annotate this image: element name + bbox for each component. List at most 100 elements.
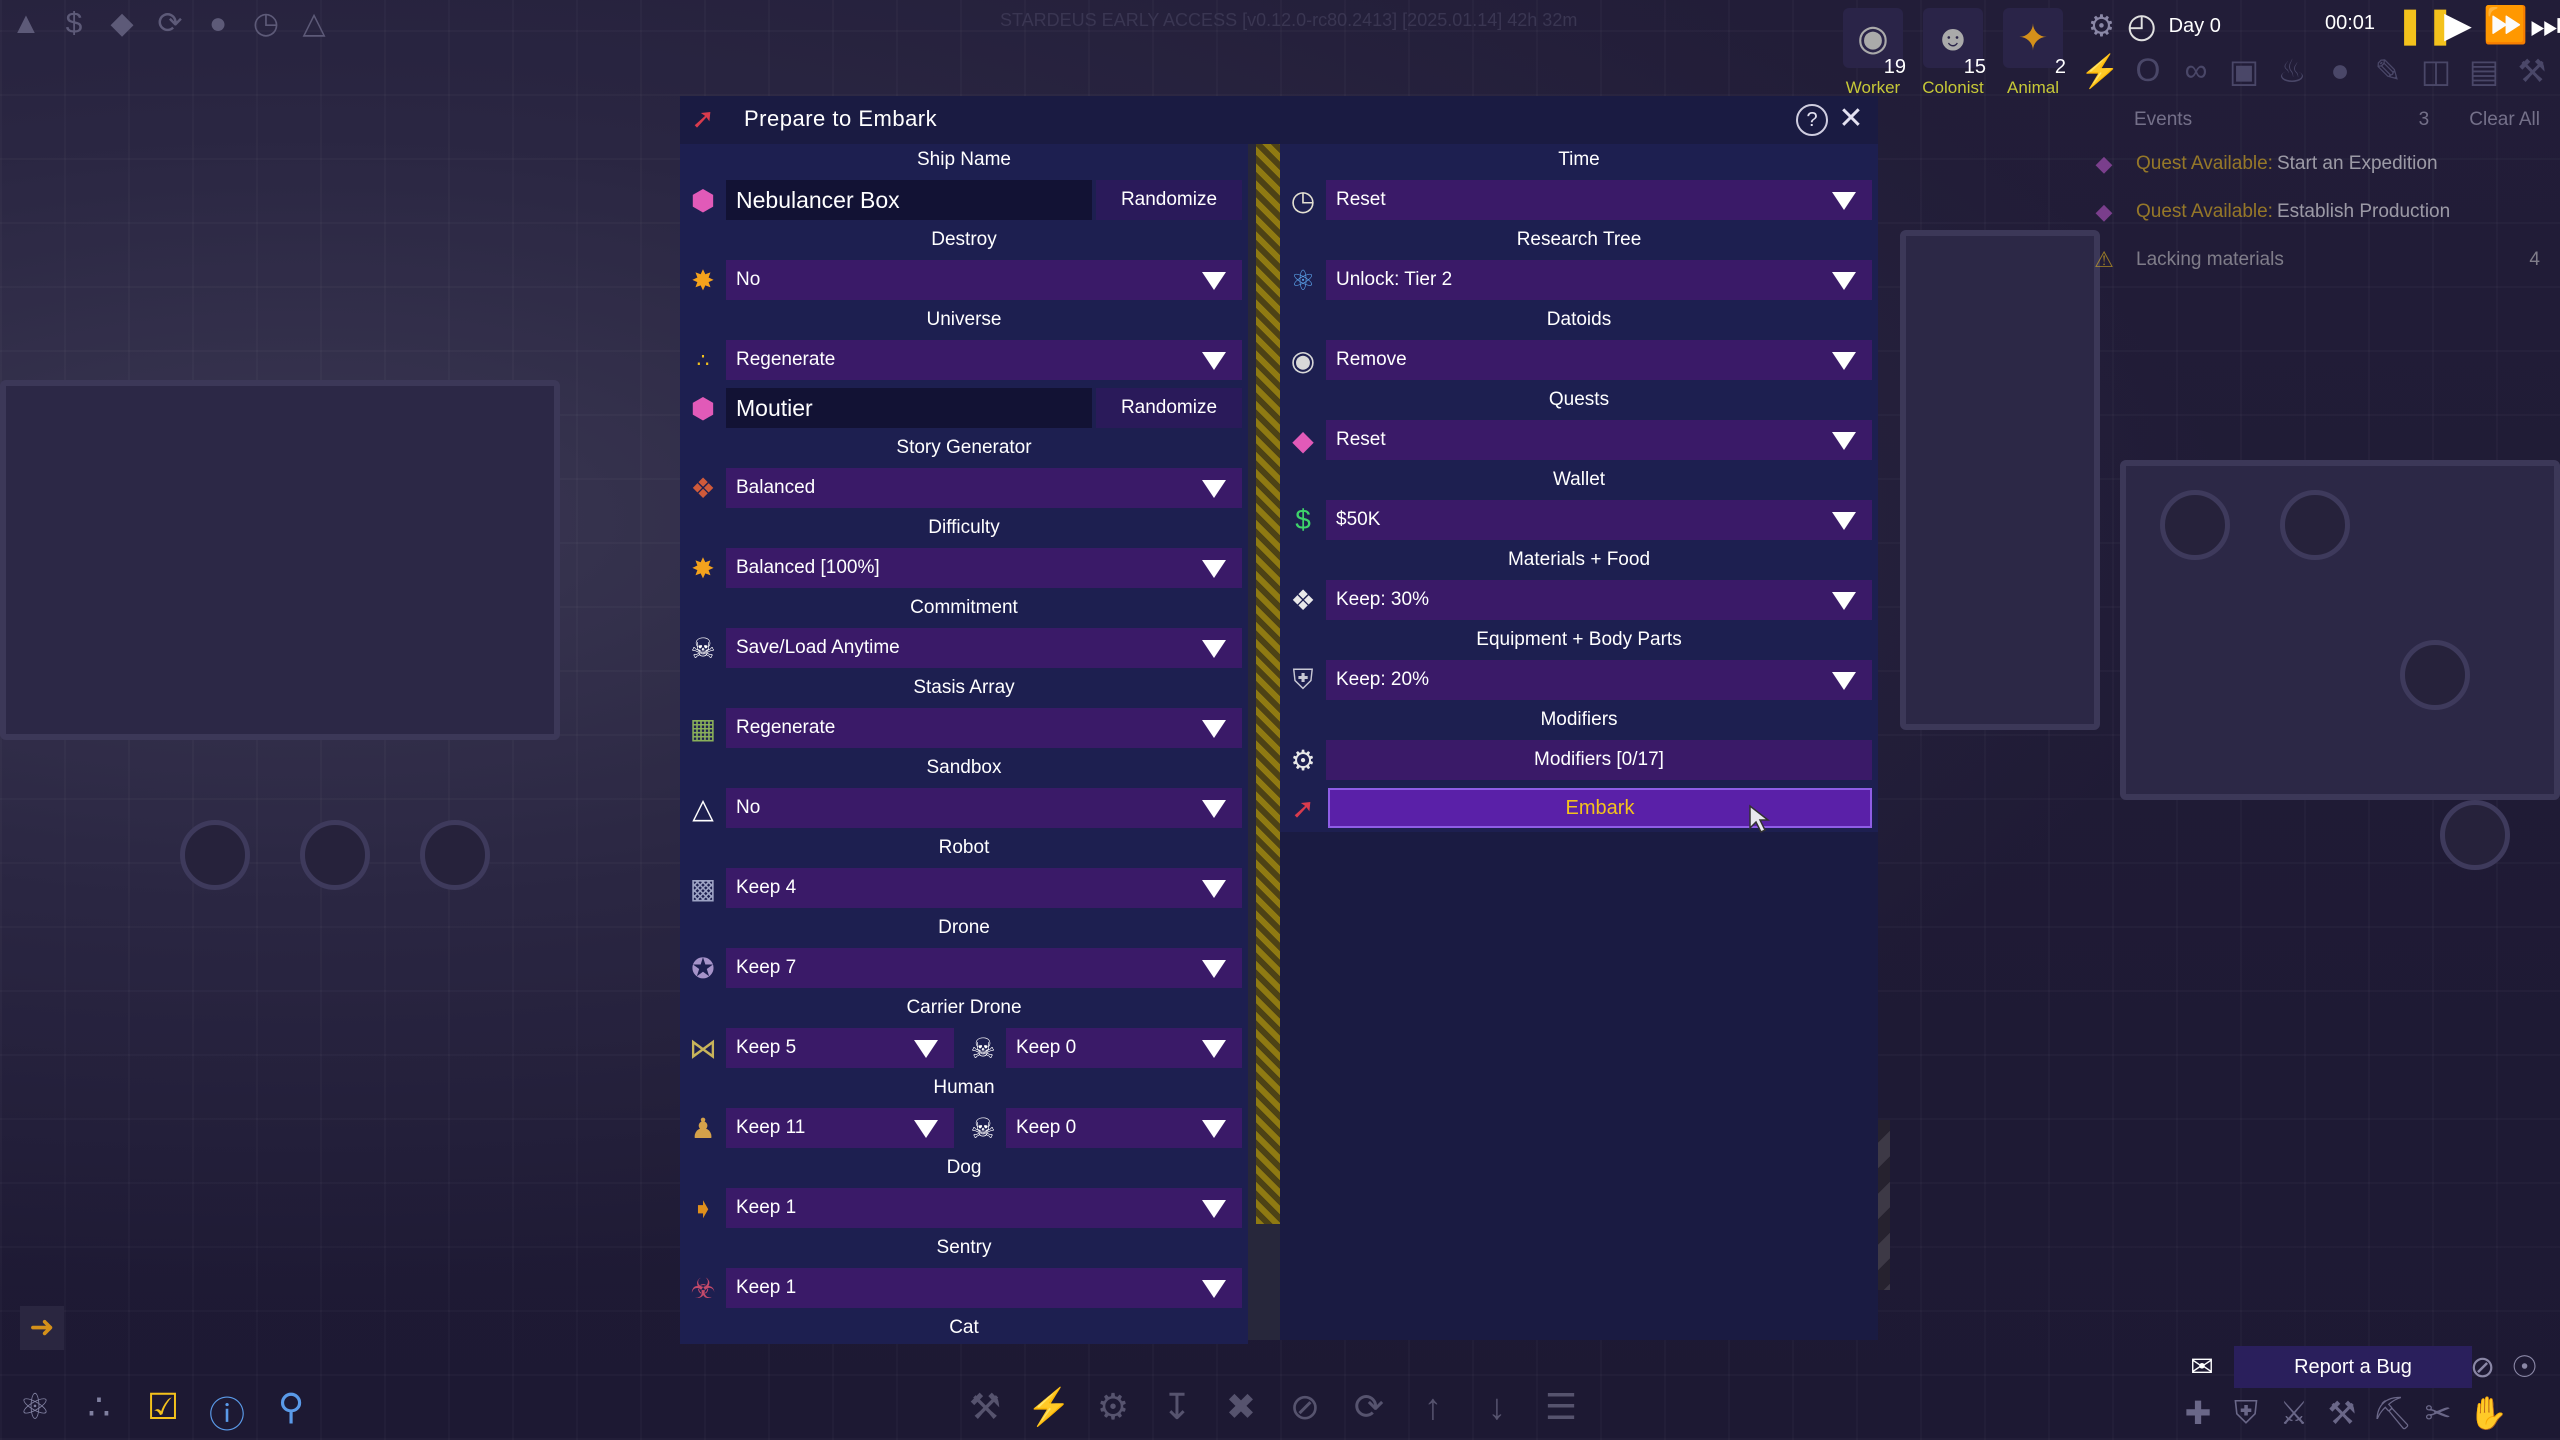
schedule-icon[interactable]: ◷	[246, 4, 286, 44]
overlay-toolbar: ⚡ O ∞ ▣ ♨ ● ✎ ◫ ▤ ⚒	[2080, 52, 2552, 90]
population-colonist[interactable]: ☻ 15 Colonist	[1916, 8, 1990, 102]
ship-name-input[interactable]: Nebulancer Box	[726, 180, 1092, 220]
list-icon[interactable]: ☰	[1536, 1386, 1586, 1428]
universe-randomize-button[interactable]: Randomize	[1096, 388, 1242, 428]
time-select[interactable]: Reset	[1326, 180, 1872, 220]
commitment-select[interactable]: Save/Load Anytime	[726, 628, 1242, 668]
dropdown-arrow-icon	[1832, 512, 1856, 530]
population-worker[interactable]: ◉ 19 Worker	[1836, 8, 1910, 102]
clear-all-button[interactable]: Clear All	[2469, 109, 2540, 131]
help-icon[interactable]: ?	[1796, 104, 1828, 136]
hammer-icon[interactable]: ⚒	[960, 1386, 1010, 1428]
column-scrollbar[interactable]	[1248, 144, 1280, 1340]
carrier-drone-select[interactable]: Keep 5	[726, 1028, 954, 1068]
settings-gear-icon[interactable]: ⚙	[2088, 9, 2115, 44]
event-item[interactable]: ⚠ Lacking materials 4	[2082, 236, 2552, 284]
datoids-select[interactable]: Remove	[1326, 340, 1872, 380]
dropdown-arrow-icon	[1832, 192, 1856, 210]
destroy-select[interactable]: No	[726, 260, 1242, 300]
ship-name-randomize-button[interactable]: Randomize	[1096, 180, 1242, 220]
area-overlay-icon[interactable]: ▤	[2464, 52, 2504, 90]
report-bug-button[interactable]: Report a Bug	[2234, 1346, 2472, 1388]
hand-icon[interactable]: ✋	[2468, 1394, 2508, 1432]
forbid-icon[interactable]: ⊘	[1280, 1386, 1330, 1428]
shield-icon[interactable]: ⛨	[2228, 1394, 2264, 1432]
dropdown-arrow-icon	[1202, 1040, 1226, 1058]
quests-select[interactable]: Reset	[1326, 420, 1872, 460]
wrench-icon[interactable]: ⚙	[1088, 1386, 1138, 1428]
oxygen-overlay-icon[interactable]: O	[2128, 52, 2168, 90]
priority-up-icon[interactable]: ↑	[1408, 1386, 1458, 1428]
rotate-icon[interactable]: ⟳	[1344, 1386, 1394, 1428]
forbid-icon[interactable]: ⊘	[2470, 1350, 2495, 1385]
equipment-select[interactable]: Keep: 20%	[1326, 660, 1872, 700]
mine-icon[interactable]: ⛏	[2372, 1394, 2413, 1432]
human-dead-select[interactable]: Keep 0	[1006, 1108, 1242, 1148]
human-select[interactable]: Keep 11	[726, 1108, 954, 1148]
star-map-icon[interactable]: ∴	[74, 1386, 124, 1438]
event-item[interactable]: ◆ Quest Available: Start an Expedition	[2082, 140, 2552, 188]
drone-select[interactable]: Keep 7	[726, 948, 1242, 988]
people-icon[interactable]: ●	[198, 4, 238, 44]
power-icon[interactable]: ⚡	[1024, 1386, 1074, 1428]
robot-select[interactable]: Keep 4	[726, 868, 1242, 908]
paint-overlay-icon[interactable]: ✎	[2368, 52, 2408, 90]
power-overlay-icon[interactable]: ⚡	[2080, 52, 2120, 90]
difficulty-select[interactable]: Balanced [100%]	[726, 548, 1242, 588]
install-icon[interactable]: ↧	[1152, 1386, 1202, 1428]
sentry-select[interactable]: Keep 1	[726, 1268, 1242, 1308]
research-icon[interactable]: ⟳	[150, 4, 190, 44]
play-icon[interactable]: ▶	[2439, 4, 2477, 47]
priority-down-icon[interactable]: ↓	[1472, 1386, 1522, 1428]
dog-select[interactable]: Keep 1	[726, 1188, 1242, 1228]
cancel-icon[interactable]: ✖	[1216, 1386, 1266, 1428]
embark-button[interactable]: Embark	[1328, 788, 1872, 828]
temperature-overlay-icon[interactable]: ∞	[2176, 52, 2216, 90]
datoids-label: Datoids	[1280, 304, 1878, 336]
exit-icon[interactable]: ➜	[20, 1306, 64, 1350]
research-tree-select[interactable]: Unlock: Tier 2	[1326, 260, 1872, 300]
left-options-column: Ship Name ⬢ Nebulancer Box Randomize Des…	[680, 144, 1248, 1344]
alert-icon[interactable]: △	[294, 4, 334, 44]
universe-select[interactable]: Regenerate	[726, 340, 1242, 380]
add-icon[interactable]: ✚	[2180, 1394, 2216, 1432]
finance-icon[interactable]: $	[54, 4, 94, 44]
light-overlay-icon[interactable]: ●	[2320, 52, 2360, 90]
heat-overlay-icon[interactable]: ♨	[2272, 52, 2312, 90]
wallet-select[interactable]: $50K	[1326, 500, 1872, 540]
research-flask-icon[interactable]: ⚛	[10, 1386, 60, 1438]
dollar-icon: $	[1295, 504, 1311, 535]
cut-icon[interactable]: ✂	[2420, 1394, 2456, 1432]
carrier-drone-dead-select[interactable]: Keep 0	[1006, 1028, 1242, 1068]
gas-overlay-icon[interactable]: ▣	[2224, 52, 2264, 90]
chat-icon[interactable]: ✉	[2180, 1347, 2224, 1387]
fast-forward-icon[interactable]: ⏩	[2483, 4, 2528, 47]
story-generator-value: Balanced	[736, 477, 816, 498]
search-icon[interactable]: ⚲	[266, 1386, 316, 1438]
materials-food-select[interactable]: Keep: 30%	[1326, 580, 1872, 620]
scrollbar-thumb[interactable]	[1256, 144, 1280, 1224]
universe-name-input[interactable]: Moutier	[726, 388, 1092, 428]
info-icon[interactable]: ⓘ	[202, 1386, 252, 1438]
modifiers-button[interactable]: Modifiers [0/17]	[1326, 740, 1872, 780]
quest-icon[interactable]: ◆	[102, 4, 142, 44]
dropdown-arrow-icon	[914, 1040, 938, 1058]
stasis-array-select[interactable]: Regenerate	[726, 708, 1242, 748]
sandbox-select[interactable]: No	[726, 788, 1242, 828]
event-item[interactable]: ◆ Quest Available: Establish Production	[2082, 188, 2552, 236]
pickaxe-icon[interactable]: ⚒	[2324, 1394, 2360, 1432]
eye-icon[interactable]: ☉	[2511, 1350, 2538, 1385]
fastest-forward-icon[interactable]: ⏭	[2527, 4, 2560, 47]
dropdown-arrow-icon	[1832, 432, 1856, 450]
close-icon[interactable]: ✕	[1836, 102, 1866, 136]
checklist-icon[interactable]: ☑	[138, 1386, 188, 1438]
colony-icon[interactable]: ▲	[6, 4, 46, 44]
datoids-value: Remove	[1336, 349, 1407, 370]
population-animal[interactable]: ✦ 2 Animal	[1996, 8, 2070, 102]
pause-icon[interactable]: ❚❚	[2395, 4, 2455, 47]
crossed-swords-icon[interactable]: ⚔	[2276, 1394, 2312, 1432]
dropdown-arrow-icon	[1202, 880, 1226, 898]
story-generator-select[interactable]: Balanced	[726, 468, 1242, 508]
tools-overlay-icon[interactable]: ⚒	[2512, 52, 2552, 90]
network-overlay-icon[interactable]: ◫	[2416, 52, 2456, 90]
